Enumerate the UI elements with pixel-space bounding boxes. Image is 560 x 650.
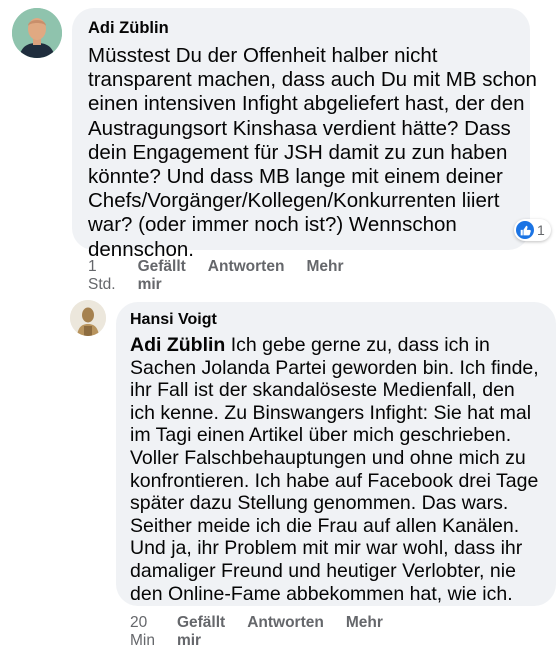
comment-text-line: Seither meide ich die Frau auf allen Kan… <box>130 514 520 537</box>
comment-meta: 20 Min Gefällt mir Antworten Mehr <box>130 614 383 650</box>
comment-text-line: einen intensiven Infight abgeliefert has… <box>88 92 525 116</box>
person-avatar-icon <box>70 300 106 336</box>
comment-text-line: konfrontieren. Ich habe auf Facebook dre… <box>130 469 539 492</box>
reply-button[interactable]: Antworten <box>247 614 324 650</box>
more-button[interactable]: Mehr <box>306 258 343 294</box>
reply-button[interactable]: Antworten <box>208 258 285 294</box>
like-icon <box>516 221 534 239</box>
reaction-summary[interactable]: 1 <box>514 219 551 241</box>
comment-text-line: Austragungsort Kinshasa verdient hätte? … <box>88 116 511 140</box>
comment-text-line: ihr Fall ist der skandalöseste Medienfal… <box>130 379 515 402</box>
person-avatar-icon <box>12 8 62 58</box>
comment-text-line: Müsstest Du der Offenheit halber nicht <box>88 44 438 67</box>
comment-text-line: später dazu Stellung genommen. Das wars. <box>130 492 509 515</box>
comment-text: Adi Züblin Ich gebe gerne zu, dass ich i… <box>130 334 542 605</box>
comment-text-line: Und ja, ihr Problem mit mir war wohl, da… <box>130 537 523 560</box>
comment-text-line: den Online-Fame abbekommen hat, wie ich. <box>130 582 513 605</box>
avatar[interactable] <box>70 300 106 336</box>
comment-text-line: dein Engagement für JSH damit zu zun hab… <box>88 140 508 164</box>
comment-author[interactable]: Hansi Voigt <box>130 310 542 330</box>
like-button[interactable]: Gefällt mir <box>138 258 186 294</box>
comment-text-line: transparent machen, dass auch Du mit MB … <box>88 68 537 92</box>
comment-text-fragment: Ich gebe gerne zu, dass ich in <box>225 334 490 356</box>
comment-meta: 1 Std. Gefällt mir Antworten Mehr <box>88 258 343 294</box>
comment-text-line: war? (oder immer noch ist?) Wennschon <box>88 213 457 237</box>
comment-text-line: könnte? Und dass MB lange mit einem dein… <box>88 165 503 189</box>
comment-text-line: im Tagi einen Artikel über mich geschrie… <box>130 424 512 447</box>
comment-text-line: Sachen Jolanda Partei geworden bin. Ich … <box>130 356 539 379</box>
more-button[interactable]: Mehr <box>346 614 383 650</box>
like-button[interactable]: Gefällt mir <box>177 614 225 650</box>
comment-text-line: ich kenne. Zu Binswangers Infight: Sie h… <box>130 401 532 424</box>
mention-link[interactable]: Adi Züblin <box>130 334 225 356</box>
avatar[interactable] <box>12 8 62 58</box>
reaction-count: 1 <box>537 222 545 238</box>
timestamp[interactable]: 1 Std. <box>88 258 116 294</box>
comment-author[interactable]: Adi Züblin <box>88 18 514 38</box>
comment-text-line: damaliger Freund und heutiger Verlobter,… <box>130 559 516 582</box>
comment-text-line: Chefs/Vorgänger/Kollegen/Konkurrenten li… <box>88 189 500 213</box>
comment-bubble: Hansi Voigt Adi Züblin Ich gebe gerne zu… <box>116 302 556 606</box>
comment-text-line: Adi Züblin Ich gebe gerne zu, dass ich i… <box>130 334 542 357</box>
comment-text-line: Voller Falschbehauptungen und ohne mich … <box>130 446 526 469</box>
comment-text: Müsstest Du der Offenheit halber nicht t… <box>88 44 537 262</box>
comment-bubble: Adi Züblin Müsstest Du der Offenheit hal… <box>72 8 537 261</box>
timestamp[interactable]: 20 Min <box>130 614 155 650</box>
